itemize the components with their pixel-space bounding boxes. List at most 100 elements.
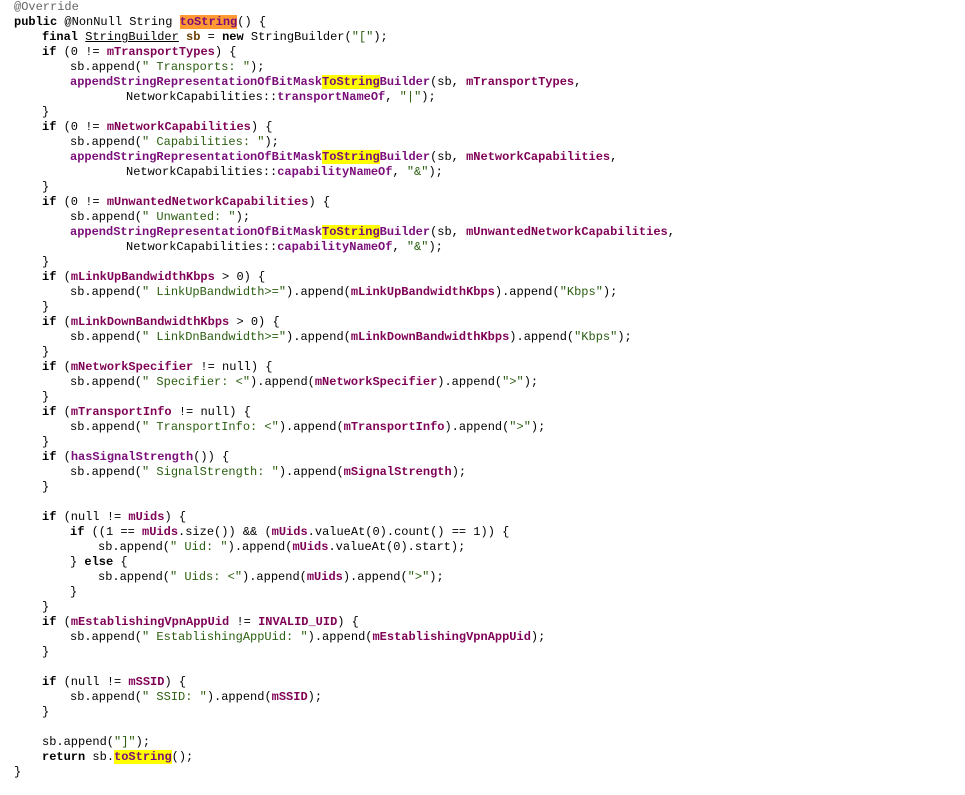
- code-line[interactable]: }: [0, 705, 965, 720]
- code-line[interactable]: }: [0, 180, 965, 195]
- code-token: != null) {: [193, 360, 273, 374]
- code-token: ).append(: [278, 420, 344, 434]
- code-line[interactable]: final StringBuilder sb = new StringBuild…: [0, 30, 965, 45]
- code-token: if: [42, 675, 57, 689]
- code-token: () {: [237, 15, 267, 29]
- code-line[interactable]: }: [0, 600, 965, 615]
- code-line[interactable]: sb.append(" SSID: ").append(mSSID);: [0, 690, 965, 705]
- code-line[interactable]: }: [0, 105, 965, 120]
- code-token: (null !=: [56, 510, 129, 524]
- code-token: ) {: [308, 195, 331, 209]
- code-token: }: [42, 255, 50, 269]
- code-line[interactable]: appendStringRepresentationOfBitMaskToStr…: [0, 150, 965, 165]
- code-line[interactable]: sb.append(" Specifier: <").append(mNetwo…: [0, 375, 965, 390]
- code-line[interactable]: }: [0, 765, 965, 780]
- code-token: if: [42, 120, 57, 134]
- code-token: }: [14, 765, 22, 779]
- code-token: }: [42, 645, 50, 659]
- code-line[interactable]: sb.append(" EstablishingAppUid: ").appen…: [0, 630, 965, 645]
- code-line[interactable]: }: [0, 585, 965, 600]
- code-token: mEstablishingVpnAppUid: [70, 615, 230, 629]
- code-line[interactable]: if (hasSignalStrength()) {: [0, 450, 965, 465]
- code-token: }: [70, 555, 85, 569]
- code-line[interactable]: }: [0, 345, 965, 360]
- code-line[interactable]: if ((1 == mUids.size()) && (mUids.valueA…: [0, 525, 965, 540]
- code-token: ) {: [164, 675, 187, 689]
- code-token: }: [42, 180, 50, 194]
- code-token: mUnwantedNetworkCapabilities: [106, 195, 309, 209]
- code-line[interactable]: }: [0, 645, 965, 660]
- code-token: sb: [186, 30, 201, 44]
- code-line[interactable]: if (mEstablishingVpnAppUid != INVALID_UI…: [0, 615, 965, 630]
- code-line[interactable]: }: [0, 435, 965, 450]
- code-line[interactable]: sb.append(" LinkDnBandwidth>=").append(m…: [0, 330, 965, 345]
- code-line[interactable]: if (0 != mUnwantedNetworkCapabilities) {: [0, 195, 965, 210]
- code-line[interactable]: [0, 660, 965, 675]
- code-token: mSSID: [128, 675, 165, 689]
- code-line[interactable]: if (0 != mNetworkCapabilities) {: [0, 120, 965, 135]
- code-token: sb.append(: [70, 330, 143, 344]
- code-line[interactable]: appendStringRepresentationOfBitMaskToStr…: [0, 225, 965, 240]
- code-token: NetworkCapabilities::: [126, 90, 278, 104]
- code-line[interactable]: [0, 495, 965, 510]
- code-line[interactable]: return sb.toString();: [0, 750, 965, 765]
- code-token: ">": [509, 420, 531, 434]
- code-token: ).append(: [437, 375, 503, 389]
- code-token: if: [42, 510, 57, 524]
- code-token: (: [56, 450, 71, 464]
- code-token: }: [70, 585, 78, 599]
- code-line[interactable]: sb.append(" LinkUpBandwidth>=").append(m…: [0, 285, 965, 300]
- code-line[interactable]: NetworkCapabilities::capabilityNameOf, "…: [0, 240, 965, 255]
- code-line[interactable]: }: [0, 300, 965, 315]
- code-line[interactable]: public @NonNull String toString() {: [0, 15, 965, 30]
- code-line[interactable]: [0, 720, 965, 735]
- code-line[interactable]: sb.append(" SignalStrength: ").append(mS…: [0, 465, 965, 480]
- code-line[interactable]: NetworkCapabilities::transportNameOf, "|…: [0, 90, 965, 105]
- code-token: if: [42, 270, 57, 284]
- code-token: mUnwantedNetworkCapabilities: [466, 225, 668, 239]
- code-line[interactable]: if (mTransportInfo != null) {: [0, 405, 965, 420]
- code-token: (: [56, 615, 71, 629]
- code-token: if: [42, 450, 57, 464]
- code-line[interactable]: @Override: [0, 0, 965, 15]
- code-token: sb.append(: [70, 630, 143, 644]
- code-line[interactable]: appendStringRepresentationOfBitMaskToStr…: [0, 75, 965, 90]
- code-line[interactable]: sb.append(" Uid: ").append(mUids.valueAt…: [0, 540, 965, 555]
- code-token: (sb,: [430, 150, 467, 164]
- code-line[interactable]: sb.append("]");: [0, 735, 965, 750]
- code-line[interactable]: sb.append(" TransportInfo: <").append(mT…: [0, 420, 965, 435]
- code-line[interactable]: if (null != mUids) {: [0, 510, 965, 525]
- code-token: mSSID: [271, 690, 308, 704]
- code-line[interactable]: if (mNetworkSpecifier != null) {: [0, 360, 965, 375]
- code-token: StringBuilder(: [243, 30, 352, 44]
- code-line[interactable]: sb.append(" Uids: <").append(mUids).appe…: [0, 570, 965, 585]
- code-token: " Transports: ": [142, 60, 251, 74]
- code-line[interactable]: }: [0, 390, 965, 405]
- code-line[interactable]: if (mLinkUpBandwidthKbps > 0) {: [0, 270, 965, 285]
- code-editor[interactable]: @Override public @NonNull String toString…: [0, 0, 965, 795]
- code-line[interactable]: sb.append(" Unwanted: ");: [0, 210, 965, 225]
- code-line[interactable]: } else {: [0, 555, 965, 570]
- code-line[interactable]: sb.append(" Transports: ");: [0, 60, 965, 75]
- code-token: "&": [406, 240, 429, 254]
- code-line[interactable]: NetworkCapabilities::capabilityNameOf, "…: [0, 165, 965, 180]
- code-line[interactable]: if (null != mSSID) {: [0, 675, 965, 690]
- code-token: ).append(: [206, 690, 272, 704]
- code-token: ) {: [337, 615, 359, 629]
- code-token: @Override: [14, 0, 79, 14]
- code-token: ).append(: [307, 630, 373, 644]
- code-token: (null !=: [56, 675, 129, 689]
- code-token: );: [250, 60, 265, 74]
- code-line[interactable]: if (0 != mTransportTypes) {: [0, 45, 965, 60]
- code-token: );: [428, 165, 443, 179]
- code-token: {: [113, 555, 128, 569]
- code-token: new: [222, 30, 244, 44]
- code-token: public: [14, 15, 58, 29]
- code-line[interactable]: sb.append(" Capabilities: ");: [0, 135, 965, 150]
- code-line[interactable]: if (mLinkDownBandwidthKbps > 0) {: [0, 315, 965, 330]
- code-token: .valueAt(0).count() == 1)) {: [307, 525, 510, 539]
- code-token: sb.append(: [70, 375, 143, 389]
- code-token: );: [602, 285, 618, 299]
- code-line[interactable]: }: [0, 480, 965, 495]
- code-line[interactable]: }: [0, 255, 965, 270]
